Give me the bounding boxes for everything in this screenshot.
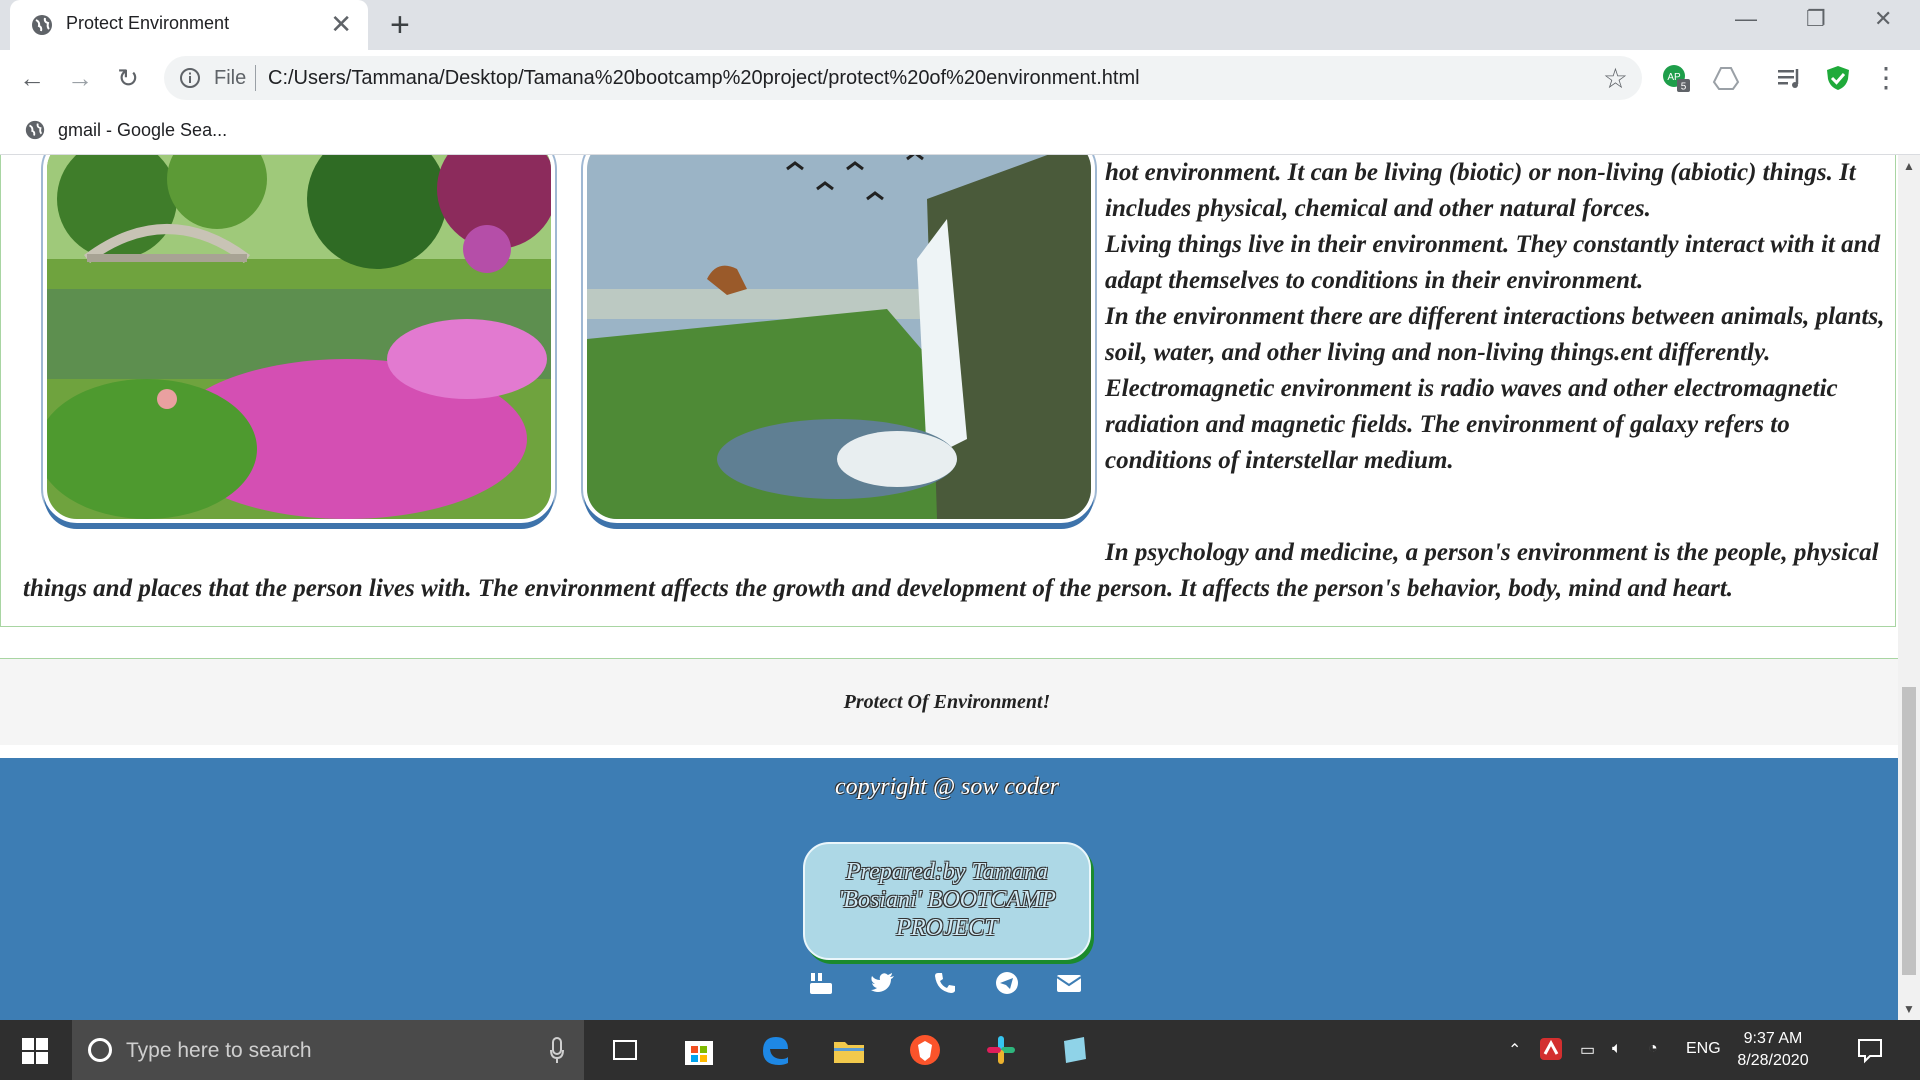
taskbar-clock[interactable]: 9:37 AM 8/28/2020 [1730, 1028, 1816, 1072]
search-placeholder: Type here to search [126, 1039, 312, 1062]
store-icon[interactable] [682, 1033, 716, 1067]
scroll-thumb[interactable] [1902, 687, 1916, 975]
drive-extension-icon[interactable] [1712, 64, 1740, 92]
waterfall-image [587, 155, 1091, 519]
protect-banner: Protect Of Environment! [0, 658, 1898, 745]
microphone-icon[interactable] [550, 1036, 564, 1064]
language-indicator[interactable]: ENG [1686, 1040, 1721, 1058]
garden-photo [43, 155, 555, 523]
twitter-icon[interactable] [870, 971, 896, 995]
bookmark-star-icon[interactable]: ☆ [1603, 62, 1628, 95]
antivirus-tray-icon[interactable] [1538, 1036, 1564, 1062]
wifi-icon[interactable]: ◔ [1648, 1040, 1658, 1058]
page-scrollbar[interactable]: ▲ ▼ [1898, 155, 1920, 1020]
scroll-up-arrow-icon[interactable]: ▲ [1903, 159, 1915, 173]
extension-ap-icon[interactable]: AP 5 [1662, 64, 1690, 92]
paragraph-psychology: In psychology and medicine, a person's e… [23, 539, 1879, 602]
media-queue-icon[interactable] [1776, 64, 1804, 92]
volume-icon[interactable]: 🔈︎ [1612, 1040, 1622, 1058]
tab-title: Protect Environment [66, 13, 230, 33]
bookmark-label: gmail - Google Sea... [58, 120, 228, 140]
mail-icon[interactable] [1056, 971, 1082, 995]
paragraph-living-things: Living things live in their environment.… [1105, 231, 1881, 294]
globe-icon [32, 15, 52, 35]
new-tab-button[interactable]: + [390, 8, 410, 42]
tray-expand-icon[interactable]: ⌃ [1508, 1040, 1521, 1060]
battery-icon[interactable]: ▭ [1580, 1040, 1595, 1060]
site-footer: copyright @ sow coder Prepared:by Tamana… [0, 758, 1898, 1020]
paragraph-electromagnetic: Electromagnetic environment is radio wav… [1105, 375, 1838, 474]
bookmarks-bar: gmail - Google Sea... [0, 106, 1920, 155]
forward-arrow-icon[interactable]: → [64, 62, 96, 94]
telegram-icon[interactable] [994, 971, 1020, 995]
protect-title: Protect Of Environment! [843, 691, 1051, 713]
slack-icon[interactable] [984, 1033, 1018, 1067]
tab-strip: Protect Environment ✕ + — ❐ ✕ [0, 0, 1920, 50]
cortana-icon [88, 1038, 112, 1062]
youtube-icon[interactable] [808, 971, 834, 995]
windows-start-icon[interactable] [22, 1038, 48, 1064]
address-bar[interactable]: File C:/Users/Tammana/Desktop/Tamana%20b… [164, 56, 1642, 100]
file-explorer-icon[interactable] [832, 1033, 866, 1067]
info-icon[interactable] [178, 66, 202, 90]
url-divider [255, 65, 256, 91]
copyright-text: copyright @ sow coder [834, 774, 1060, 800]
taskbar-search[interactable]: Type here to search [72, 1020, 584, 1080]
bookmark-gmail[interactable]: gmail - Google Sea... [14, 112, 227, 148]
globe-icon [25, 120, 45, 140]
waterfall-photo [583, 155, 1095, 523]
close-window-button[interactable]: ✕ [1874, 6, 1892, 32]
paragraph-biotic: hot environment. It can be living (bioti… [1105, 159, 1856, 222]
shield-check-icon[interactable] [1824, 64, 1852, 92]
extension-badge: 5 [1681, 82, 1687, 93]
windows-taskbar: Type here to search ⌃ ▭ 🔈︎ ◔ ENG 9:37 AM… [0, 1020, 1920, 1080]
url-text[interactable]: C:/Users/Tammana/Desktop/Tamana%20bootca… [268, 67, 1140, 90]
page-viewport: hot environment. It can be living (bioti… [0, 155, 1898, 1020]
prepared-by-card: Prepared:by Tamana 'Bosiani' BOOTCAMP PR… [803, 842, 1091, 960]
brave-browser-icon[interactable] [908, 1033, 942, 1067]
garden-image [47, 155, 551, 519]
minimize-button[interactable]: — [1735, 6, 1757, 32]
menu-kebab-icon[interactable]: ⋮ [1870, 62, 1902, 94]
close-tab-icon[interactable]: ✕ [330, 9, 352, 39]
url-scheme: File [214, 67, 247, 89]
back-arrow-icon[interactable]: ← [16, 62, 48, 94]
notes-app-icon[interactable] [1058, 1033, 1092, 1067]
article-section: hot environment. It can be living (bioti… [0, 155, 1896, 627]
edge-browser-icon[interactable] [758, 1033, 792, 1067]
tab-protect-environment[interactable]: Protect Environment ✕ [10, 0, 368, 50]
clock-time: 9:37 AM [1743, 1030, 1803, 1047]
paragraph-interactions: In the environment there are different i… [1105, 303, 1885, 366]
task-view-icon[interactable] [608, 1033, 642, 1067]
restore-button[interactable]: ❐ [1806, 6, 1826, 32]
scroll-down-arrow-icon[interactable]: ▼ [1903, 1002, 1915, 1016]
browser-toolbar: ← → ↻ File C:/Users/Tammana/Desktop/Tama… [0, 50, 1920, 106]
notifications-icon[interactable] [1856, 1036, 1884, 1064]
reload-icon[interactable]: ↻ [112, 62, 144, 94]
clock-date: 8/28/2020 [1737, 1052, 1809, 1069]
article-text: hot environment. It can be living (bioti… [1105, 155, 1885, 479]
phone-icon[interactable] [932, 971, 958, 995]
